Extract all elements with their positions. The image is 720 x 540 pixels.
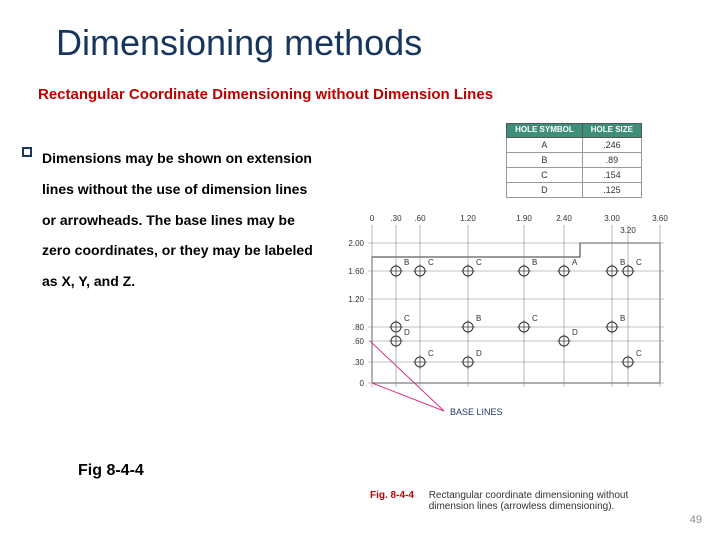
svg-text:C: C xyxy=(636,349,642,358)
svg-text:B: B xyxy=(532,258,537,267)
figure-column: HOLE SYMBOL HOLE SIZE A.246 B.89 C.154 D… xyxy=(332,143,702,297)
svg-text:C: C xyxy=(476,258,482,267)
svg-text:0: 0 xyxy=(370,214,375,223)
svg-text:1.90: 1.90 xyxy=(516,214,532,223)
coordinate-drawing: 0 .30 .60 1.20 1.90 2.40 3.003.20 3.60 0 .30 .60 .8… xyxy=(332,213,702,423)
svg-text:C: C xyxy=(636,258,642,267)
svg-text:3.20: 3.20 xyxy=(620,226,636,235)
caption-line-2: dimension lines (arrowless dimensioning)… xyxy=(429,501,615,512)
svg-text:B: B xyxy=(620,258,625,267)
bullet-item: Dimensions may be shown on extension lin… xyxy=(22,143,322,297)
svg-text:2.40: 2.40 xyxy=(556,214,572,223)
cell: A xyxy=(507,137,583,152)
svg-text:3.60: 3.60 xyxy=(652,214,668,223)
svg-text:.30: .30 xyxy=(353,358,365,367)
cell: .154 xyxy=(582,167,641,182)
svg-text:BASE LINES: BASE LINES xyxy=(450,407,503,417)
svg-text:C: C xyxy=(428,349,434,358)
caption-line-1: Rectangular coordinate dimensioning with… xyxy=(429,490,629,501)
svg-text:D: D xyxy=(404,328,410,337)
svg-text:3.00: 3.00 xyxy=(604,214,620,223)
bullet-column: Dimensions may be shown on extension lin… xyxy=(22,143,332,297)
slide-title: Dimensioning methods xyxy=(0,0,720,64)
cell: D xyxy=(507,182,583,197)
svg-text:1.60: 1.60 xyxy=(348,267,364,276)
page-number: 49 xyxy=(690,514,702,526)
section-heading: Rectangular Coordinate Dimensioning with… xyxy=(0,64,720,103)
cell: C xyxy=(507,167,583,182)
svg-text:D: D xyxy=(476,349,482,358)
svg-text:.30: .30 xyxy=(390,214,402,223)
svg-text:C: C xyxy=(532,314,538,323)
svg-text:1.20: 1.20 xyxy=(460,214,476,223)
svg-text:B: B xyxy=(620,314,625,323)
svg-text:B: B xyxy=(404,258,409,267)
svg-text:.80: .80 xyxy=(353,323,365,332)
table-row: C.154 xyxy=(507,167,642,182)
svg-text:2.00: 2.00 xyxy=(348,239,364,248)
svg-text:A: A xyxy=(572,258,578,267)
svg-text:B: B xyxy=(476,314,481,323)
table-row: A.246 xyxy=(507,137,642,152)
caption-number: Fig. 8-4-4 xyxy=(370,490,414,501)
bullet-marker-icon xyxy=(22,147,32,157)
cell: .125 xyxy=(582,182,641,197)
bullet-text: Dimensions may be shown on extension lin… xyxy=(42,143,322,297)
figure-caption: Fig. 8-4-4 Rectangular coordinate dimens… xyxy=(370,490,628,512)
cell: .246 xyxy=(582,137,641,152)
table-row: D.125 xyxy=(507,182,642,197)
hole-size-header: HOLE SIZE xyxy=(582,124,641,138)
svg-text:1.20: 1.20 xyxy=(348,295,364,304)
svg-text:C: C xyxy=(428,258,434,267)
svg-text:D: D xyxy=(572,328,578,337)
svg-text:0: 0 xyxy=(360,379,365,388)
svg-text:.60: .60 xyxy=(353,337,365,346)
slide-body: Dimensions may be shown on extension lin… xyxy=(0,103,720,297)
cell: .89 xyxy=(582,152,641,167)
hole-symbol-header: HOLE SYMBOL xyxy=(507,124,583,138)
table-row: B.89 xyxy=(507,152,642,167)
svg-text:C: C xyxy=(404,314,410,323)
cell: B xyxy=(507,152,583,167)
figure-reference: Fig 8-4-4 xyxy=(78,462,144,480)
svg-text:.60: .60 xyxy=(414,214,426,223)
hole-size-table: HOLE SYMBOL HOLE SIZE A.246 B.89 C.154 D… xyxy=(506,123,642,198)
